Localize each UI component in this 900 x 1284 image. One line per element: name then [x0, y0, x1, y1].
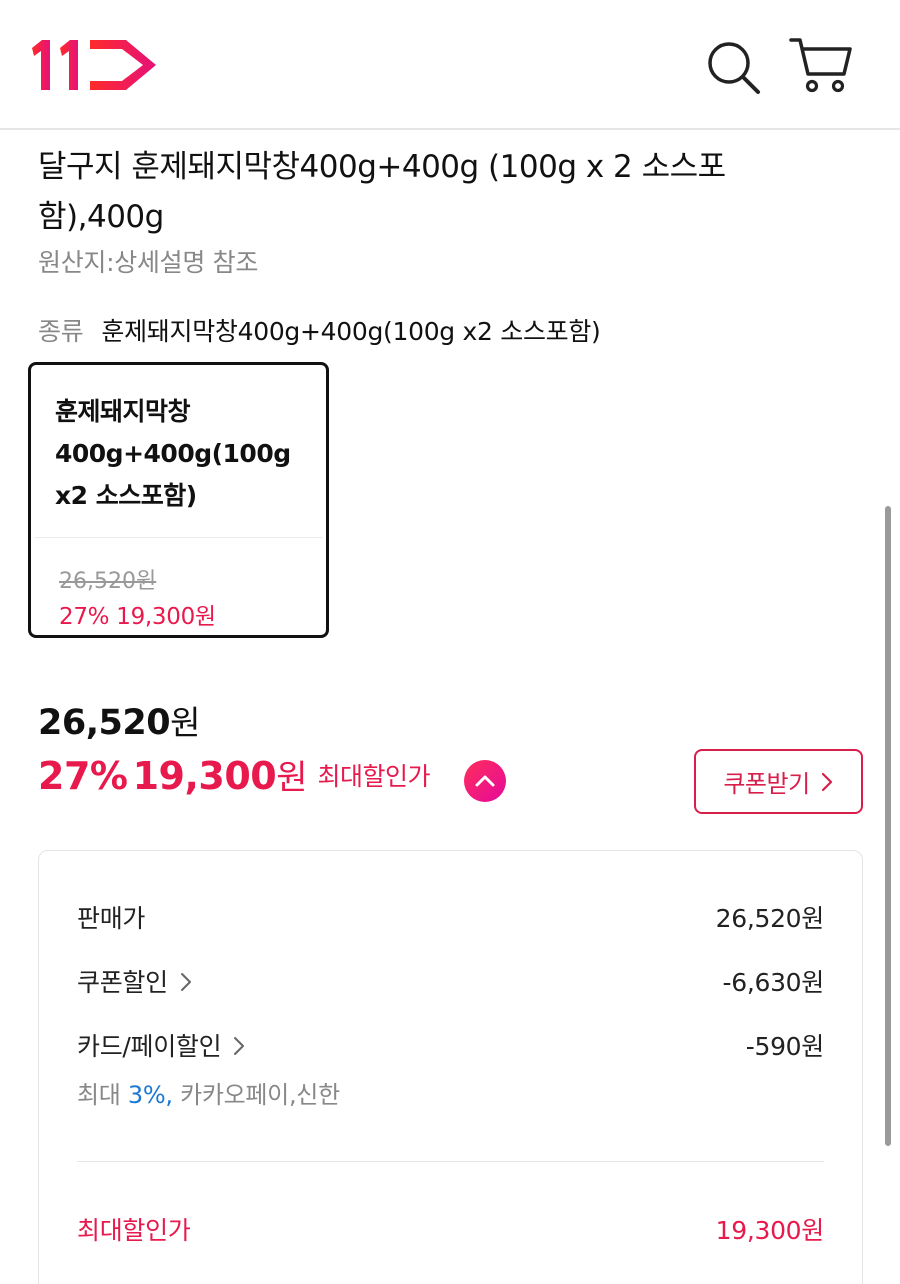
- sale-price-value: 19,300: [132, 754, 277, 798]
- price-breakdown-panel: 판매가 26,520원 쿠폰할인 -6,630원 카드/페이할인 -590원 최…: [38, 850, 863, 1284]
- original-price-value: 26,520: [38, 703, 171, 743]
- chevron-right-icon: [234, 1037, 245, 1055]
- option-summary: 종류 훈제돼지막창400g+400g(100g x2 소스포함): [38, 312, 601, 348]
- breakdown-value: -590원: [745, 1032, 825, 1061]
- option-card-discount-rate: 27%: [59, 604, 110, 630]
- card-discount-note: 최대 3%, 카카오페이,신한: [77, 1075, 340, 1110]
- top-header: [0, 0, 900, 130]
- option-card-name: 훈제돼지막창400g+400g(100g x2 소스포함): [55, 397, 291, 510]
- card-note-prefix: 최대: [77, 1081, 121, 1109]
- coupon-download-button[interactable]: 쿠폰받기: [694, 749, 863, 814]
- total-label: 최대할인가: [77, 1216, 191, 1245]
- option-card-sale-price: 27% 19,300원: [59, 597, 216, 631]
- product-title: 달구지 훈제돼지막창400g+400g (100g x 2 소스포함),400g: [38, 149, 726, 235]
- original-price-unit: 원: [170, 703, 200, 742]
- breakdown-label: 판매가: [77, 904, 146, 933]
- option-card-divider: [34, 537, 323, 538]
- breakdown-row-total: 최대할인가 19,300원: [77, 1211, 824, 1247]
- breakdown-row-coupon[interactable]: 쿠폰할인 -6,630원: [77, 963, 824, 999]
- total-value: 19,300원: [715, 1216, 825, 1245]
- option-card-sale-value: 19,300원: [116, 604, 216, 630]
- option-card[interactable]: 훈제돼지막창400g+400g(100g x2 소스포함) 26,520원 27…: [28, 362, 329, 638]
- 11st-logo[interactable]: [30, 36, 160, 94]
- coupon-button-label: 쿠폰받기: [723, 770, 810, 798]
- card-note-issuers: 카카오페이,신한: [180, 1081, 340, 1109]
- breakdown-value: -6,630원: [722, 968, 825, 997]
- cart-icon[interactable]: [788, 34, 854, 98]
- chevron-right-icon: [180, 973, 191, 991]
- option-card-original-price: 26,520원: [59, 569, 157, 594]
- sale-price-unit: 원: [276, 758, 308, 798]
- max-discount-label: 최대할인가: [317, 762, 430, 791]
- scrollbar-thumb[interactable]: [885, 506, 891, 1146]
- original-price: 26,520원: [38, 696, 200, 744]
- search-icon[interactable]: [702, 36, 764, 98]
- breakdown-row-card-pay[interactable]: 카드/페이할인 -590원: [77, 1027, 824, 1063]
- option-label: 종류: [38, 317, 84, 346]
- chevron-right-icon: [821, 772, 832, 791]
- breakdown-label: 쿠폰할인: [77, 968, 168, 997]
- breakdown-row-sale-price: 판매가 26,520원: [77, 899, 824, 935]
- sale-price: 27% 19,300원 최대할인가: [38, 750, 430, 799]
- discount-rate: 27%: [38, 754, 128, 798]
- breakdown-divider: [77, 1161, 824, 1162]
- chevron-up-icon: [475, 775, 495, 787]
- collapse-price-button[interactable]: [464, 760, 506, 802]
- breakdown-label: 카드/페이할인: [77, 1032, 222, 1061]
- breakdown-value: 26,520원: [715, 904, 825, 933]
- origin-info: 원산지:상세설명 참조: [38, 248, 259, 277]
- card-note-percent: 3%,: [127, 1081, 173, 1109]
- option-selected-value: 훈제돼지막창400g+400g(100g x2 소스포함): [101, 317, 601, 346]
- product-page: 달구지 훈제돼지막창400g+400g (100g x 2 소스포함),400g…: [0, 0, 900, 1284]
